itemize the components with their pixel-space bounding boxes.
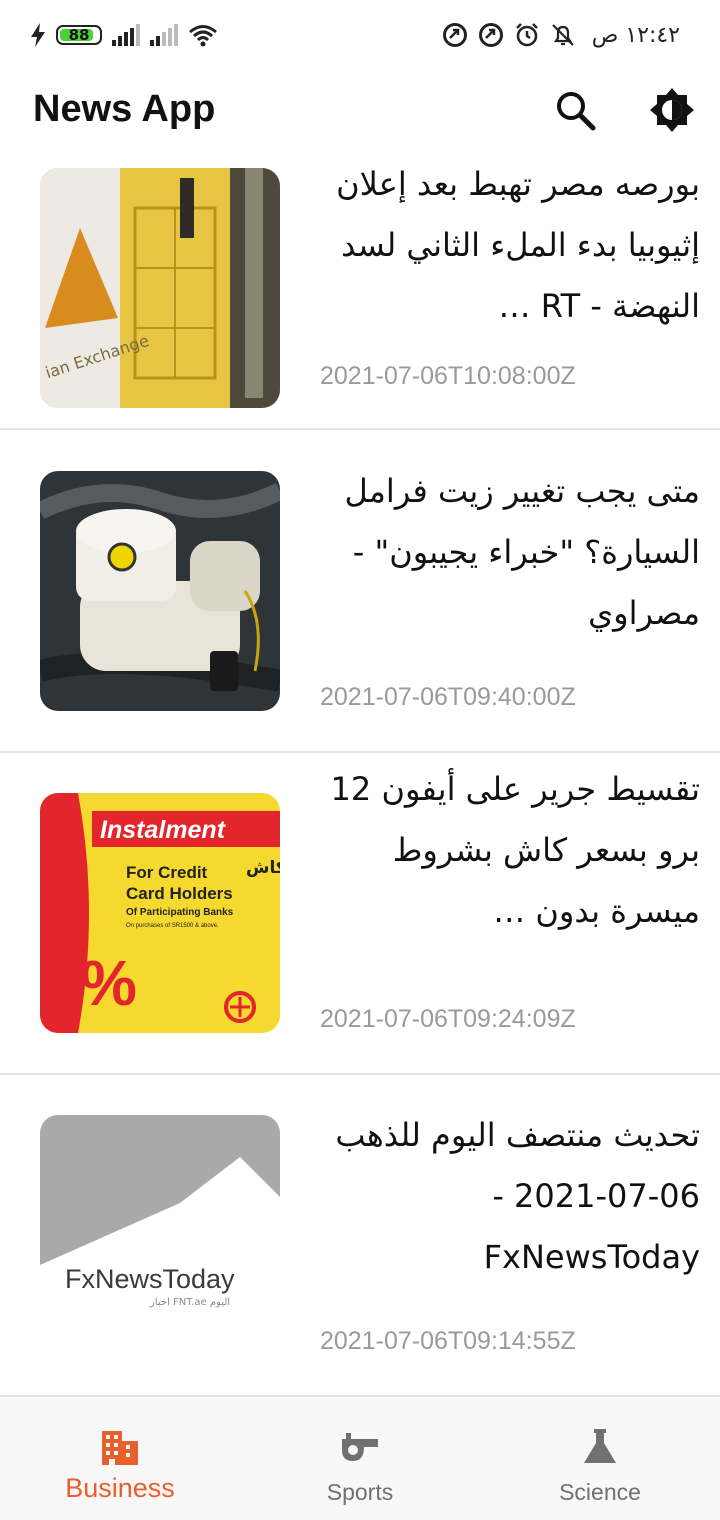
status-right-group: ١٢:٤٢ ص: [442, 20, 680, 50]
article-thumbnail-fxnewstoday: FxNewsToday اخبار FNT.ae اليوم: [40, 1115, 280, 1355]
battery-level-text: 88: [68, 26, 90, 44]
article-timestamp: 2021-07-06T09:24:09Z: [320, 1005, 576, 1033]
article-timestamp: 2021-07-06T10:08:00Z: [320, 362, 576, 390]
bottom-navigation: Business Sports Science: [0, 1396, 720, 1520]
signal-strength-secondary-icon: [150, 24, 178, 46]
search-button[interactable]: [553, 88, 599, 134]
nav-item-business[interactable]: Business: [0, 1397, 240, 1520]
article-card[interactable]: ian Exchange بورصه مصر تهبط بعد إعلان إث…: [0, 160, 720, 430]
whistle-icon: [342, 1433, 378, 1461]
article-card[interactable]: متى يجب تغيير زيت فرامل السيارة؟ "خبراء …: [0, 431, 720, 753]
brightness-icon: [650, 88, 694, 132]
article-title: تقسيط جرير على أيفون 12 برو بسعر كاش بشر…: [330, 770, 700, 930]
search-icon: [557, 92, 596, 131]
battery-indicator: 88: [56, 25, 102, 45]
fx-logo-text: FxNewsToday: [65, 1264, 235, 1294]
wifi-icon: [189, 25, 217, 47]
data-saver-icon: [442, 23, 467, 47]
news-feed[interactable]: ian Exchange بورصه مصر تهبط بعد إعلان إث…: [0, 160, 720, 1396]
data-saver-secondary-icon: [478, 23, 503, 47]
nav-item-science[interactable]: Science: [480, 1397, 720, 1520]
ad-banner-text: Instalment: [100, 816, 227, 844]
article-title: متى يجب تغيير زيت فرامل السيارة؟ "خبراء …: [344, 472, 700, 632]
charging-bolt-icon: [31, 23, 45, 47]
article-thumbnail-brake-fluid: [40, 471, 280, 711]
ad-percent-sign: %: [80, 947, 137, 1019]
nav-label-sports: Sports: [326, 1479, 394, 1505]
theme-toggle-button[interactable]: [648, 86, 696, 134]
app-title: News App: [33, 88, 216, 130]
article-title: تحديث منتصف اليوم للذهب 06-07-2021 - FxN…: [335, 1116, 700, 1276]
status-bar: 88 ١٢:٤٢ ص: [0, 0, 720, 70]
ad-arabic-text: كاش: [246, 858, 280, 878]
status-time: ١٢:٤٢ ص: [591, 22, 680, 48]
app-bar: News App: [0, 70, 720, 160]
ad-text-line3: Of Participating Banks: [126, 907, 234, 918]
article-thumbnail-egyptian-exchange: ian Exchange: [40, 168, 280, 408]
article-timestamp: 2021-07-06T09:14:55Z: [320, 1327, 576, 1355]
article-card[interactable]: Instalment For Credit Card Holders Of Pa…: [0, 753, 720, 1075]
nav-label-business: Business: [65, 1473, 175, 1503]
flask-icon: [584, 1429, 616, 1463]
ad-text-line4: On purchases of SR1500 & above.: [126, 923, 219, 929]
fx-logo-tagline: اخبار FNT.ae اليوم: [149, 1297, 230, 1308]
nav-label-science: Science: [559, 1479, 641, 1505]
article-title: بورصه مصر تهبط بعد إعلان إثيوبيا بدء الم…: [336, 165, 700, 325]
notifications-off-icon: [551, 24, 574, 46]
nav-item-sports[interactable]: Sports: [240, 1397, 480, 1520]
alarm-clock-icon: [515, 23, 538, 47]
status-left-group: 88: [30, 22, 218, 48]
article-card[interactable]: FxNewsToday اخبار FNT.ae اليوم تحديث منت…: [0, 1075, 720, 1396]
signal-strength-icon: [112, 24, 140, 46]
article-timestamp: 2021-07-06T09:40:00Z: [320, 683, 576, 711]
article-thumbnail-jarir-ad: Instalment For Credit Card Holders Of Pa…: [40, 793, 280, 1033]
buildings-icon: [102, 1431, 138, 1465]
ad-text-line2: Card Holders: [126, 884, 233, 903]
ad-text-line1: For Credit: [126, 863, 208, 882]
